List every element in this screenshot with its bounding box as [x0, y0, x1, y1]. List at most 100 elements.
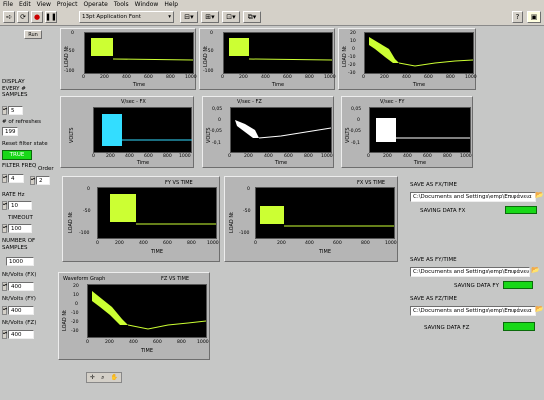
- graph-vfz-xlabel: Time: [274, 160, 288, 166]
- fz-volts-label: Nt/Volts (FZ): [2, 320, 37, 326]
- save-fz-led: [503, 322, 535, 331]
- tick: 800: [177, 340, 186, 345]
- tick: 200: [105, 340, 114, 345]
- browse-fz-icon[interactable]: 📂: [535, 305, 544, 315]
- fx-volts-input[interactable]: 400: [8, 282, 34, 291]
- filter-freq-input[interactable]: 4: [8, 174, 24, 183]
- context-help-icon[interactable]: ?: [512, 11, 523, 23]
- save-fx-path[interactable]: C:\Documents and Settings\emp\Επιφάνεια: [410, 192, 536, 202]
- tick: 1000: [185, 75, 197, 80]
- tick: -20: [348, 63, 356, 68]
- rate-spinner[interactable]: ▴▾: [2, 201, 7, 210]
- menu-edit[interactable]: Edit: [19, 1, 31, 8]
- filter-spinner[interactable]: ▴▾: [2, 174, 7, 183]
- fy-spinner[interactable]: ▴▾: [2, 306, 7, 315]
- abort-icon[interactable]: ●: [31, 11, 43, 23]
- graph-vfy: V/sec - FY VOLTS 0,05 0 -0,05 -0,1 0 200…: [341, 96, 473, 168]
- tick: 600: [424, 75, 433, 80]
- resize-objects-icon[interactable]: ⊡▾: [222, 11, 240, 23]
- tick: 400: [264, 154, 273, 159]
- align-objects-icon[interactable]: ⊟▾: [180, 11, 198, 23]
- graph-top2: LOAD Nt 0 -50 -100 0 200 400 600 800 100…: [199, 28, 336, 90]
- tick: 0: [87, 187, 90, 192]
- graph-top1-plot[interactable]: [84, 32, 194, 74]
- order-spinner[interactable]: ▴▾: [30, 176, 35, 185]
- tick: 0: [228, 154, 231, 159]
- tick: 200: [100, 75, 109, 80]
- order-input[interactable]: 2: [36, 176, 50, 185]
- samples-input[interactable]: 1000: [6, 257, 34, 266]
- graph-vfx-trace: [102, 114, 192, 146]
- run-button[interactable]: Run: [24, 30, 42, 39]
- tick: 20: [73, 284, 79, 289]
- graph-vfy-plot[interactable]: [369, 107, 471, 153]
- fx-spinner[interactable]: ▴▾: [2, 282, 7, 291]
- tick: -0,1: [351, 141, 360, 146]
- graph-fx-plot[interactable]: [255, 187, 395, 239]
- graph-top1-xlabel: Time: [132, 82, 146, 88]
- graph-fx-ylabel: LOAD Nt: [229, 211, 235, 233]
- menu-project[interactable]: Project: [57, 1, 78, 8]
- graph-fx-xlabel: TIME: [318, 249, 332, 255]
- tick: 600: [163, 241, 172, 246]
- timeout-input[interactable]: 100: [8, 224, 32, 233]
- rate-label: RATE Hz: [2, 192, 25, 198]
- menu-operate[interactable]: Operate: [83, 1, 107, 8]
- display-every-input[interactable]: 5: [8, 106, 23, 115]
- browse-fy-icon[interactable]: 📂: [531, 266, 540, 276]
- menu-file[interactable]: File: [3, 1, 13, 8]
- graph-fy-plot[interactable]: [97, 187, 217, 239]
- pause-icon[interactable]: ❚❚: [45, 11, 57, 23]
- graph-top3-trace: [369, 37, 474, 67]
- save-fz-label: SAVE AS FZ/TIME: [410, 296, 457, 302]
- menu-help[interactable]: Help: [164, 1, 178, 8]
- menu-tools[interactable]: Tools: [114, 1, 129, 8]
- menu-window[interactable]: Window: [135, 1, 159, 8]
- tick: 10: [350, 39, 356, 44]
- graph-vfx: V/sec - FX VOLTS 0 200 400 600 800 1000 …: [60, 96, 194, 168]
- tick: 600: [284, 154, 293, 159]
- fz-volts-input[interactable]: 400: [8, 330, 34, 339]
- tick: 200: [239, 75, 248, 80]
- tick: 0,05: [212, 107, 223, 112]
- graph-fy-xlabel: TIME: [150, 249, 164, 255]
- graph-fz: Waveform Graph FZ VS TIME LOAD Nt 20 10 …: [58, 272, 210, 360]
- fy-volts-input[interactable]: 400: [8, 306, 34, 315]
- pan-icon[interactable]: ✋: [110, 374, 117, 381]
- graph-top3-plot[interactable]: [364, 32, 474, 74]
- graph-top1: LOAD Nt 0 -50 -100 0 200 400 600 800 100…: [60, 28, 197, 90]
- tick: -0,05: [349, 129, 361, 134]
- browse-fx-icon[interactable]: 📂: [535, 191, 544, 201]
- distribute-objects-icon[interactable]: ⊞▾: [201, 11, 219, 23]
- tick: 1000: [385, 241, 397, 246]
- run-continuously-icon[interactable]: ⟳: [17, 11, 29, 23]
- zoom-icon[interactable]: ⌕: [101, 374, 104, 382]
- display-spinner[interactable]: ▴▾: [2, 106, 7, 115]
- tick: -100: [203, 69, 214, 74]
- save-fy-label: SAVE AS FY/TIME: [410, 257, 457, 263]
- run-arrow-icon[interactable]: ➪: [3, 11, 15, 23]
- tick: 0: [357, 118, 360, 123]
- font-selector[interactable]: 13pt Application Font ▾: [79, 11, 174, 23]
- cursor-move-icon[interactable]: ✛: [90, 374, 95, 381]
- tick: 600: [333, 241, 342, 246]
- tick: 10: [73, 293, 79, 298]
- reset-filter-toggle[interactable]: TRUE: [2, 150, 32, 160]
- tick: 600: [283, 75, 292, 80]
- save-fz-path[interactable]: C:\Documents and Settings\emp\Επιφάνεια: [410, 306, 536, 316]
- save-fy-path[interactable]: C:\Documents and Settings\emp\Επιφάνεια: [410, 267, 530, 277]
- reorder-icon[interactable]: ⧉▾: [243, 11, 261, 23]
- menu-view[interactable]: View: [37, 1, 51, 8]
- graph-vfz-plot[interactable]: [230, 107, 332, 153]
- reset-filter-label: Reset filter state: [2, 141, 48, 147]
- save-fx-status: SAVING DATA FX: [420, 208, 466, 214]
- tick: -100: [239, 231, 250, 236]
- graph-fz-plot[interactable]: [87, 284, 207, 338]
- order-label: Order: [38, 166, 54, 172]
- tick: 400: [139, 241, 148, 246]
- fz-spinner[interactable]: ▴▾: [2, 330, 7, 339]
- timeout-spinner[interactable]: ▴▾: [2, 224, 7, 233]
- rate-input[interactable]: 10: [8, 201, 32, 210]
- graph-vfx-plot[interactable]: [93, 107, 192, 153]
- graph-top2-plot[interactable]: [223, 32, 333, 74]
